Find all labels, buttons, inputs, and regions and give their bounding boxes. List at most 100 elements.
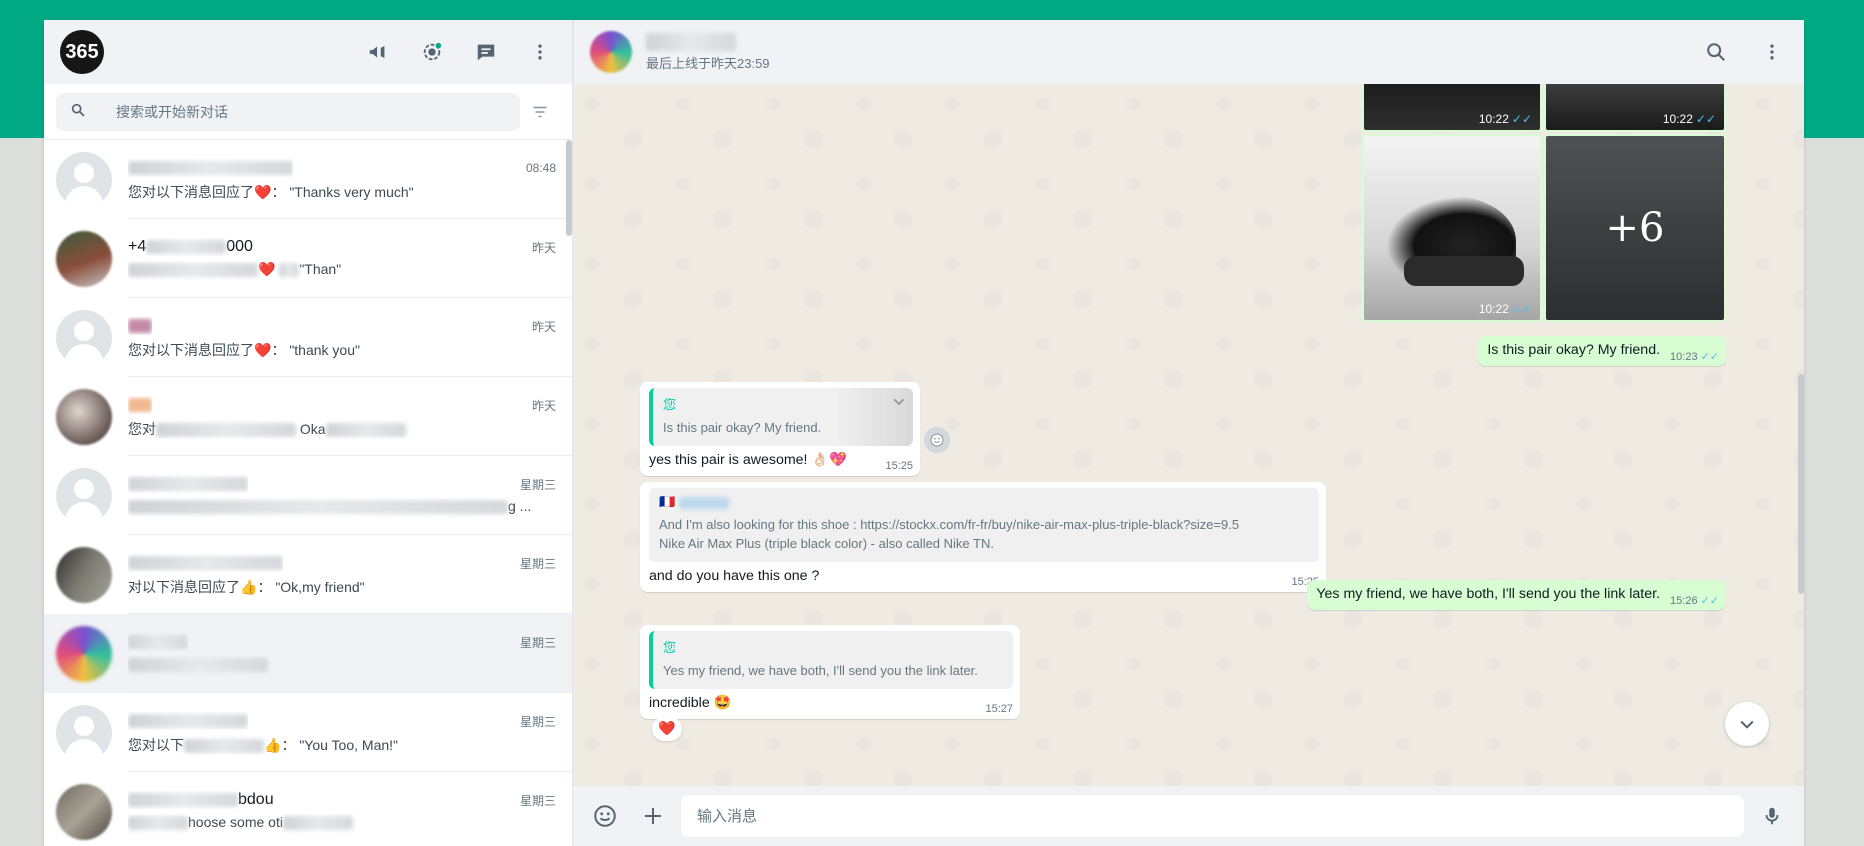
app-window: 365 搜索或开始新对话 08:48 您对以下消息回应了❤️： "Thanks … xyxy=(44,20,1804,846)
chat-list-item[interactable]: 星期三 您对以下 👍： "You Too, Man!" xyxy=(44,693,572,772)
quote-author: 🇫🇷 xyxy=(659,494,1311,510)
chat-time: 昨天 xyxy=(531,398,556,413)
quote-text: Is this pair okay? My friend. xyxy=(663,420,822,435)
message-text: yes this pair is awesome! 👌🏻💖 xyxy=(649,451,847,468)
quote-text: Yes my friend, we have both, I'll send y… xyxy=(663,663,978,678)
read-ticks-icon: ✓✓ xyxy=(1511,302,1532,316)
chat-list-item[interactable]: 星期三 对以下消息回应了👍： "Ok,my friend" xyxy=(44,535,572,614)
chat-time: 星期三 xyxy=(519,714,556,729)
message-text: incredible 🤩 xyxy=(649,694,732,711)
incoming-message[interactable]: 您 Yes my friend, we have both, I'll send… xyxy=(640,625,1020,741)
photo-thumbnail[interactable]: 10:22 ✓✓ xyxy=(1362,84,1542,132)
read-ticks-icon: ✓✓ xyxy=(1700,351,1719,363)
chat-list-item[interactable]: 08:48 您对以下消息回应了❤️： "Thanks very much" xyxy=(44,140,572,219)
message-text: and do you have this one ? xyxy=(649,567,820,584)
message-text: Is this pair okay? My friend. xyxy=(1487,342,1661,358)
menu-icon[interactable] xyxy=(1756,36,1788,68)
chat-time: 星期三 xyxy=(519,635,556,650)
incoming-message[interactable]: 🇫🇷 And I'm also looking for this shoe : … xyxy=(640,482,1326,592)
avatar xyxy=(56,625,112,682)
flag-icon: 🇫🇷 xyxy=(659,494,676,509)
chat-preview: 您对以下 👍： "You Too, Man!" xyxy=(128,737,399,754)
more-photos-count: +6 xyxy=(1546,136,1724,320)
contact-name xyxy=(646,32,736,51)
outgoing-message[interactable]: Yes my friend, we have both, I'll send y… xyxy=(1307,580,1726,610)
composer xyxy=(573,786,1804,846)
menu-icon[interactable] xyxy=(524,36,556,68)
emoji-icon[interactable] xyxy=(585,796,625,836)
sidebar-scrollbar[interactable] xyxy=(566,140,572,236)
chat-preview: 您对以下消息回应了❤️： "Thanks very much" xyxy=(128,184,414,200)
conversation-pane: 最后上线于昨天23:59 10:22 ✓✓ 10:22 ✓✓ 10:22 ✓✓ +6 xyxy=(573,20,1804,846)
avatar xyxy=(56,783,112,840)
sidebar-header: 365 xyxy=(44,20,572,84)
chat-preview: 您对 Oka xyxy=(128,419,556,439)
chat-name xyxy=(128,396,152,414)
chat-preview: hoose some oti xyxy=(128,814,556,834)
read-ticks-icon: ✓✓ xyxy=(1511,112,1532,126)
more-photos-thumbnail[interactable]: +6 xyxy=(1544,134,1726,322)
chat-name: +4 000 xyxy=(128,238,253,255)
read-ticks-icon: ✓✓ xyxy=(1700,595,1719,607)
chat-list-item[interactable]: bdou 星期三 hoose some oti xyxy=(44,772,572,846)
chat-time: 昨天 xyxy=(531,319,556,334)
avatar xyxy=(56,467,112,524)
read-ticks-icon: ✓✓ xyxy=(1695,112,1716,126)
quoted-message[interactable]: 🇫🇷 And I'm also looking for this shoe : … xyxy=(649,488,1319,562)
search-row xyxy=(44,84,572,140)
scroll-down-button[interactable] xyxy=(1725,702,1769,746)
avatar xyxy=(56,151,112,208)
incoming-message[interactable]: 您 Is this pair okay? My friend. yes this… xyxy=(640,382,920,476)
chat-list-item[interactable]: 昨天 您对以下消息回应了❤️： "thank you" xyxy=(44,298,572,377)
avatar xyxy=(56,704,112,761)
chat-name xyxy=(128,554,283,572)
chat-name xyxy=(128,317,152,335)
chat-name xyxy=(128,475,248,493)
chat-list: 08:48 您对以下消息回应了❤️： "Thanks very much" +4… xyxy=(44,140,572,846)
chat-list-item-active[interactable]: 星期三 xyxy=(44,614,572,693)
avatar xyxy=(56,230,112,287)
message-area: 10:22 ✓✓ 10:22 ✓✓ 10:22 ✓✓ +6 Is this pair … xyxy=(573,84,1804,786)
quote-author: 您 xyxy=(663,640,677,655)
chat-list-item[interactable]: +4 000 昨天 ❤️ "Than" xyxy=(44,219,572,298)
photo-thumbnail[interactable]: 10:22 ✓✓ xyxy=(1362,134,1542,322)
chat-preview: g ... xyxy=(128,498,556,518)
chat-name xyxy=(128,712,248,730)
chat-preview xyxy=(128,656,556,676)
chat-preview: ❤️ "Than" xyxy=(128,261,556,281)
conversation-header[interactable]: 最后上线于昨天23:59 xyxy=(573,20,1804,84)
emoji-react-icon[interactable] xyxy=(924,427,950,453)
message-text: Yes my friend, we have both, I'll send y… xyxy=(1316,586,1661,602)
contact-status: 最后上线于昨天23:59 xyxy=(646,55,770,71)
search-icon xyxy=(70,102,86,121)
app-logo[interactable]: 365 xyxy=(60,30,104,74)
message-input[interactable] xyxy=(681,795,1744,837)
attach-plus-icon[interactable] xyxy=(633,796,673,836)
megaphone-icon[interactable] xyxy=(362,36,394,68)
quoted-message[interactable]: 您 Yes my friend, we have both, I'll send… xyxy=(649,631,1013,689)
outgoing-message[interactable]: Is this pair okay? My friend. 10:23 ✓✓ xyxy=(1478,336,1726,366)
chat-scrollbar[interactable] xyxy=(1798,374,1804,594)
chat-time: 星期三 xyxy=(519,793,556,808)
chat-time: 星期三 xyxy=(519,556,556,571)
quote-text: Nike Air Max Plus (triple black color) -… xyxy=(659,535,994,551)
quote-author: 您 xyxy=(663,397,677,412)
chat-list-item[interactable]: 星期三 g ... xyxy=(44,456,572,535)
quoted-message[interactable]: 您 Is this pair okay? My friend. xyxy=(649,388,913,446)
chat-time: 08:48 xyxy=(525,161,556,175)
search-box xyxy=(56,92,520,131)
avatar xyxy=(56,388,112,445)
chevron-down-icon[interactable] xyxy=(891,394,907,414)
microphone-icon[interactable] xyxy=(1752,796,1792,836)
filter-icon[interactable] xyxy=(520,103,560,121)
sidebar: 365 搜索或开始新对话 08:48 您对以下消息回应了❤️： "Thanks … xyxy=(44,20,573,846)
search-input[interactable] xyxy=(116,103,476,120)
status-icon[interactable] xyxy=(416,36,448,68)
photo-thumbnail[interactable]: 10:22 ✓✓ xyxy=(1544,84,1726,132)
search-icon[interactable] xyxy=(1700,36,1732,68)
chat-list-item[interactable]: 昨天 您对 Oka xyxy=(44,377,572,456)
chat-time: 昨天 xyxy=(531,240,556,255)
heart-reaction[interactable]: ❤️ xyxy=(652,716,682,741)
contact-avatar[interactable] xyxy=(590,31,632,73)
new-chat-icon[interactable] xyxy=(470,36,502,68)
